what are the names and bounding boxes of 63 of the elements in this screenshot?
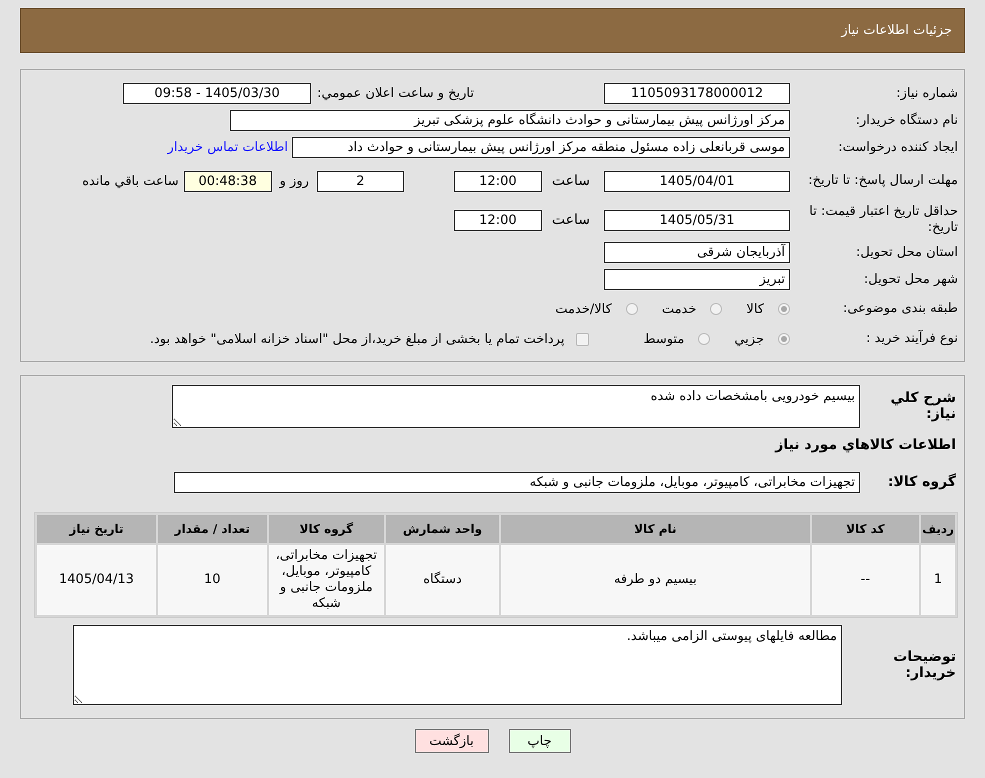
field-label: گروه کالا: xyxy=(886,474,956,490)
radio-button[interactable] xyxy=(626,303,638,315)
field-label: نوع فرآیند خرید : xyxy=(865,331,958,347)
field-label: توضیحات خریدار: xyxy=(892,649,956,681)
field-label: تاریخ و ساعت اعلان عمومي: xyxy=(317,86,474,101)
buyer-contact-link[interactable]: اطلاعات تماس خریدار xyxy=(168,140,288,155)
city-field: تبریز xyxy=(604,269,790,290)
back-button[interactable]: بازگشت xyxy=(414,729,488,753)
table-cell: 10 xyxy=(158,545,267,615)
time-label: ساعت xyxy=(552,173,590,189)
field-label: طبقه بندی موضوعی: xyxy=(842,301,958,317)
checkbox-label: پرداخت تمام یا بخشی از مبلغ خرید،از محل "اسناد خزانه اسلامی" خواهد بود. xyxy=(150,332,564,346)
section-title: اطلاعات کالاهاي مورد نياز xyxy=(775,437,956,453)
field-label: حداقل تاریخ اعتبار قیمت: تا تاریخ: xyxy=(808,204,958,236)
column-header: نام کالا xyxy=(501,515,810,543)
field-label: استان محل تحویل: xyxy=(855,244,958,260)
days-label: روز و xyxy=(280,174,309,188)
description-field[interactable]: بیسیم خودرویی بامشخصات داده شده xyxy=(172,384,860,428)
deadline-time-field: 12:00 xyxy=(454,170,542,192)
validity-date-field: 1405/05/31 xyxy=(604,210,790,230)
table-cell: 1 xyxy=(921,545,955,615)
radio-button[interactable] xyxy=(710,303,722,315)
column-header: ردیف xyxy=(921,515,955,543)
buyer-field: مرکز اورژانس پیش بیمارستانی و حوادث دانشگاه علوم پزشکی تبریز xyxy=(230,110,790,131)
radio-label: خدمت xyxy=(662,302,696,316)
buyer-notes-field[interactable]: مطالعه فایلهای پیوستی الزامی میباشد. xyxy=(73,625,842,705)
announce-date-field: 1405/03/30 - 09:58 xyxy=(123,83,312,104)
column-header: کد کالا xyxy=(812,515,920,543)
days-field: 2 xyxy=(316,170,404,192)
remaining-time-field: 00:48:38 xyxy=(184,170,272,192)
table-cell: تجهیزات مخابراتی، کامپیوتر، موبایل، ملزومات جانبی و شبکه xyxy=(268,545,384,615)
validity-time-field: 12:00 xyxy=(454,210,542,230)
province-field: آذربایجان شرقی xyxy=(604,242,790,263)
remaining-label: ساعت باقي مانده xyxy=(82,174,179,188)
field-label: مهلت ارسال پاسخ: تا تاریخ: xyxy=(807,173,958,189)
table-cell: 1405/04/13 xyxy=(37,545,156,615)
column-header: واحد شمارش xyxy=(386,515,499,543)
table-cell: بیسیم دو طرفه xyxy=(501,545,810,615)
radio-label: متوسط xyxy=(643,332,684,346)
field-label: شماره نیاز: xyxy=(895,86,958,102)
table-cell: دستگاه xyxy=(386,545,499,615)
field-label: شهر محل تحویل: xyxy=(862,272,958,288)
time-label: ساعت xyxy=(552,212,590,228)
goods-group-field: تجهیزات مخابراتی، کامپیوتر، موبایل، ملزومات جانبی و شبکه xyxy=(174,472,860,492)
radio-label: کالا xyxy=(746,302,764,316)
print-button[interactable]: چاپ xyxy=(508,729,570,753)
field-label: ایجاد کننده درخواست: xyxy=(837,140,958,156)
column-header: تعداد / مقدار xyxy=(158,515,267,543)
need-number-field: 1105093178000012 xyxy=(604,83,790,104)
table-cell: -- xyxy=(812,545,920,615)
requester-field: موسی قربانعلی زاده مسئول منطقه مرکز اورژانس پیش بیمارستانی و حوادث داد xyxy=(292,137,790,158)
radio-button[interactable] xyxy=(778,303,790,315)
radio-label: جزيي xyxy=(734,332,764,346)
radio-button[interactable] xyxy=(698,333,710,345)
column-header: تاریخ نیاز xyxy=(37,515,156,543)
header-title: جزئیات اطلاعات نیاز xyxy=(841,23,952,38)
checkbox[interactable] xyxy=(576,332,590,346)
deadline-date-field: 1405/04/01 xyxy=(604,170,790,192)
field-label: نام دستگاه خریدار: xyxy=(854,112,958,128)
field-label: شرح کلي نياز: xyxy=(890,390,956,422)
column-header: گروه کالا xyxy=(268,515,384,543)
radio-label: کالا/خدمت xyxy=(555,302,612,316)
radio-button[interactable] xyxy=(778,333,790,345)
